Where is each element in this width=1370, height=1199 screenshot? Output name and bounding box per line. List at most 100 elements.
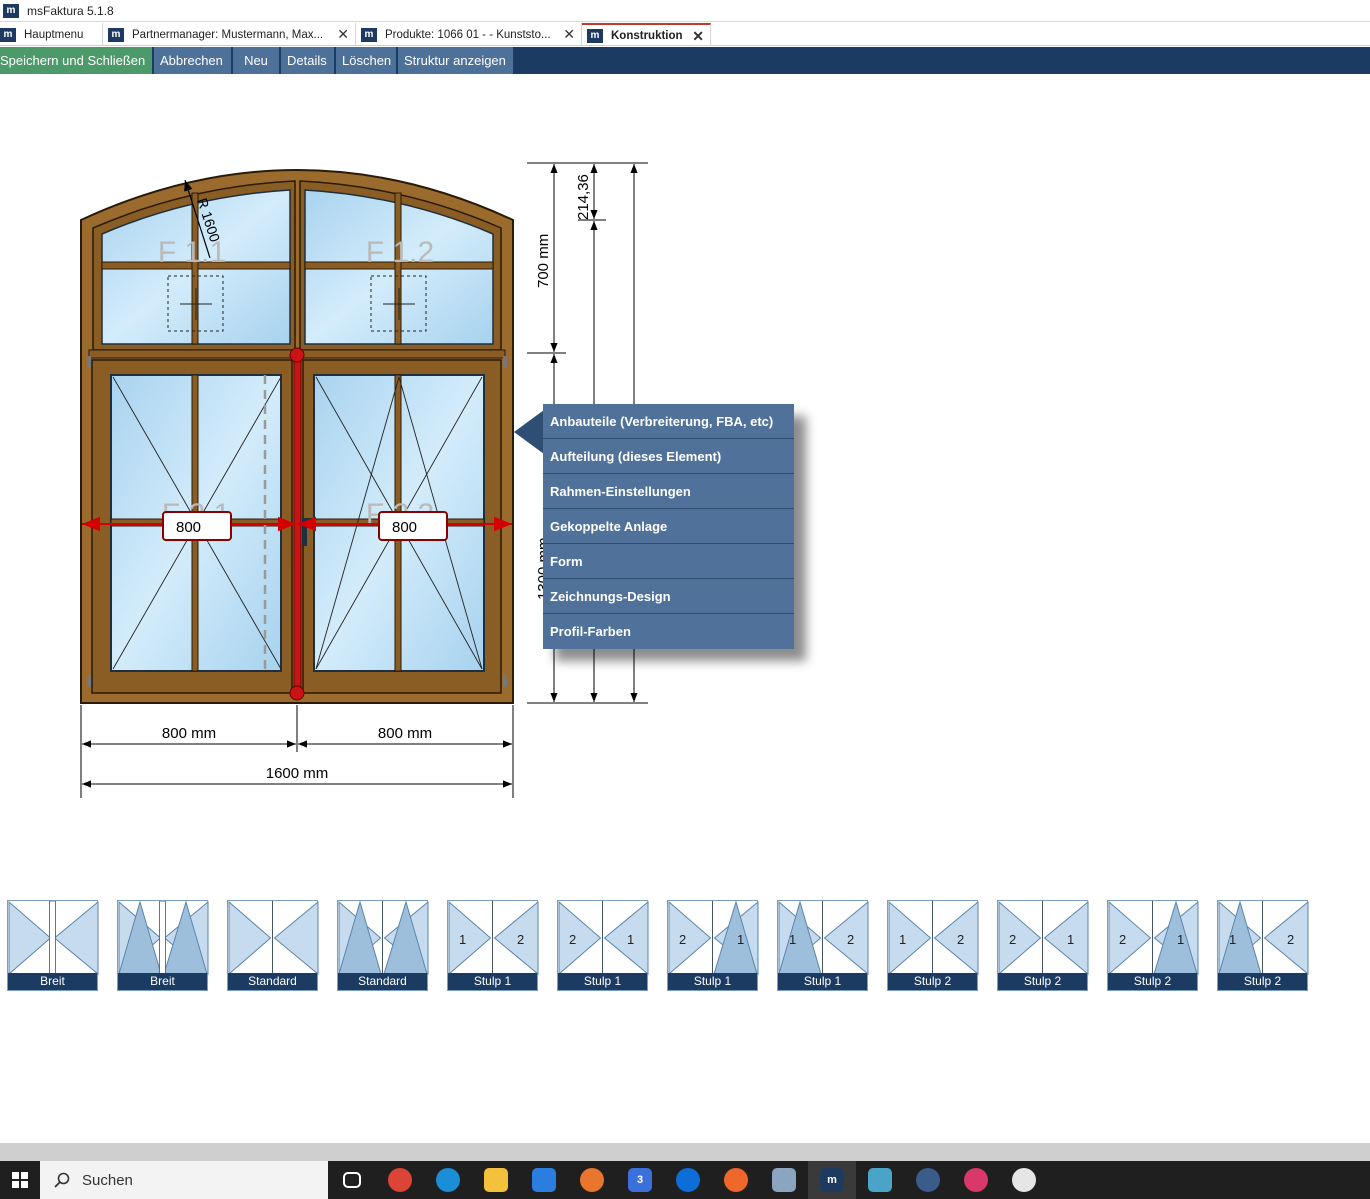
details-button[interactable]: Details bbox=[281, 47, 336, 74]
tab-hauptmenu[interactable]: m Hauptmenu bbox=[0, 23, 103, 46]
toolbar: Speichern und Schließen Abbrechen Neu De… bbox=[0, 47, 1370, 74]
context-menu-pointer bbox=[514, 410, 544, 454]
taskbar-app-tools[interactable] bbox=[760, 1161, 808, 1199]
tab-logo-icon: m bbox=[0, 27, 16, 42]
tab-bar: m Hauptmenu m Partnermanager: Mustermann… bbox=[0, 23, 1370, 46]
template-number-left: 1 bbox=[899, 932, 907, 947]
template-number-right: 1 bbox=[1177, 932, 1185, 947]
template-3[interactable]: Standard bbox=[337, 900, 429, 991]
close-icon[interactable]: ✕ bbox=[337, 26, 349, 43]
taskbar-search[interactable]: Suchen bbox=[40, 1161, 328, 1199]
template-number-left: 1 bbox=[789, 932, 797, 947]
creative-cloud-icon bbox=[964, 1168, 988, 1192]
taskbar-app-msfaktura[interactable]: m bbox=[808, 1161, 856, 1199]
taskbar-app-teamviewer-2[interactable] bbox=[1000, 1161, 1048, 1199]
menu-item-anbauteile[interactable]: Anbauteile (Verbreiterung, FBA, etc) bbox=[543, 404, 794, 439]
template-label: Stulp 2 bbox=[1108, 973, 1197, 990]
msfaktura-icon: m bbox=[820, 1168, 844, 1192]
teamviewer-2-icon bbox=[1012, 1168, 1036, 1192]
template-label: Stulp 1 bbox=[448, 973, 537, 990]
template-number-left: 2 bbox=[569, 932, 577, 947]
sash-template-gallery: Breit Breit Standard Standard 1 2 Stulp 1 2 1 Stu… bbox=[7, 900, 1309, 991]
template-number-left: 2 bbox=[1119, 932, 1127, 947]
template-1[interactable]: Breit bbox=[117, 900, 209, 991]
template-11[interactable]: 1 2 Stulp 2 bbox=[1217, 900, 1309, 991]
taskbar-app-creative-cloud[interactable] bbox=[952, 1161, 1000, 1199]
teams-badge-icon: 3 bbox=[628, 1168, 652, 1192]
windows-taskbar: Suchen 3 m bbox=[0, 1161, 1370, 1199]
menu-item-form[interactable]: Form bbox=[543, 544, 794, 579]
edge-icon bbox=[436, 1168, 460, 1192]
taskbar-app-chrome[interactable] bbox=[376, 1161, 424, 1199]
app-window: m msFaktura 5.1.8 m Hauptmenu m Partnerm… bbox=[0, 0, 1370, 1199]
template-7[interactable]: 1 2 Stulp 1 bbox=[777, 900, 869, 991]
template-0[interactable]: Breit bbox=[7, 900, 99, 991]
save-close-button[interactable]: Speichern und Schließen bbox=[0, 47, 154, 74]
taskbar-app-app-orange[interactable] bbox=[568, 1161, 616, 1199]
menu-item-aufteilung[interactable]: Aufteilung (dieses Element) bbox=[543, 439, 794, 474]
title-bar: m msFaktura 5.1.8 bbox=[0, 0, 1370, 22]
tab-label: Hauptmenu bbox=[24, 28, 84, 41]
taskbar-app-keepass[interactable] bbox=[904, 1161, 952, 1199]
template-10[interactable]: 2 1 Stulp 2 bbox=[1107, 900, 1199, 991]
template-label: Stulp 2 bbox=[1218, 973, 1307, 990]
menu-item-profil-farben[interactable]: Profil-Farben bbox=[543, 614, 794, 649]
menu-item-rahmen-einstellungen[interactable]: Rahmen-Einstellungen bbox=[543, 474, 794, 509]
template-label: Stulp 1 bbox=[558, 973, 647, 990]
taskbar-app-edge[interactable] bbox=[424, 1161, 472, 1199]
close-icon[interactable]: ✕ bbox=[563, 26, 575, 43]
taskbar-app-task-view[interactable] bbox=[328, 1161, 376, 1199]
taskbar-app-teams-badge[interactable]: 3 bbox=[616, 1161, 664, 1199]
tab-partnermanager[interactable]: m Partnermanager: Mustermann, Max... ✕ bbox=[103, 23, 356, 46]
template-6[interactable]: 2 1 Stulp 1 bbox=[667, 900, 759, 991]
chrome-icon bbox=[388, 1168, 412, 1192]
taskbar-app-notes[interactable] bbox=[856, 1161, 904, 1199]
taskbar-app-teamviewer[interactable] bbox=[664, 1161, 712, 1199]
template-2[interactable]: Standard bbox=[227, 900, 319, 991]
tab-logo-icon: m bbox=[361, 27, 377, 42]
tab-produkte[interactable]: m Produkte: 1066 01 - - Kunststo... ✕ bbox=[356, 23, 582, 46]
template-label: Stulp 2 bbox=[888, 973, 977, 990]
tab-logo-icon: m bbox=[108, 27, 124, 42]
close-icon[interactable]: ✕ bbox=[692, 28, 704, 45]
taskbar-app-explorer[interactable] bbox=[472, 1161, 520, 1199]
tab-logo-icon: m bbox=[587, 28, 603, 43]
template-label: Stulp 1 bbox=[668, 973, 757, 990]
tab-label: Produkte: 1066 01 - - Kunststo... bbox=[385, 28, 551, 41]
template-number-right: 2 bbox=[1287, 932, 1295, 947]
template-8[interactable]: 1 2 Stulp 2 bbox=[887, 900, 979, 991]
windows-start-icon[interactable] bbox=[0, 1161, 40, 1199]
taskbar-app-firefox[interactable] bbox=[712, 1161, 760, 1199]
template-4[interactable]: 1 2 Stulp 1 bbox=[447, 900, 539, 991]
field-label-f12: F 1.2 bbox=[366, 236, 434, 269]
template-number-right: 1 bbox=[737, 932, 745, 947]
template-label: Standard bbox=[228, 973, 317, 990]
taskbar-app-store[interactable] bbox=[520, 1161, 568, 1199]
keepass-icon bbox=[916, 1168, 940, 1192]
status-strip bbox=[0, 1143, 1370, 1161]
notes-icon bbox=[868, 1168, 892, 1192]
template-number-left: 2 bbox=[1009, 932, 1017, 947]
teamviewer-icon bbox=[676, 1168, 700, 1192]
template-number-left: 1 bbox=[459, 932, 467, 947]
template-label: Stulp 1 bbox=[778, 973, 867, 990]
width-input-left[interactable]: 800 bbox=[176, 519, 201, 536]
app-logo-icon: m bbox=[3, 3, 19, 18]
template-label: Breit bbox=[8, 973, 97, 990]
template-label: Breit bbox=[118, 973, 207, 990]
template-number-left: 2 bbox=[679, 932, 687, 947]
new-button[interactable]: Neu bbox=[233, 47, 281, 74]
cancel-button[interactable]: Abbrechen bbox=[154, 47, 233, 74]
show-structure-button[interactable]: Struktur anzeigen bbox=[398, 47, 515, 74]
app-orange-icon bbox=[580, 1168, 604, 1192]
width-input-right[interactable]: 800 bbox=[392, 519, 417, 536]
menu-item-zeichnungs-design[interactable]: Zeichnungs-Design bbox=[543, 579, 794, 614]
task-view-icon bbox=[343, 1172, 361, 1188]
tab-konstruktion[interactable]: m Konstruktion ✕ bbox=[582, 23, 711, 46]
menu-item-gekoppelte-anlage[interactable]: Gekoppelte Anlage bbox=[543, 509, 794, 544]
template-5[interactable]: 2 1 Stulp 1 bbox=[557, 900, 649, 991]
firefox-icon bbox=[724, 1168, 748, 1192]
template-9[interactable]: 2 1 Stulp 2 bbox=[997, 900, 1089, 991]
dim-bottom-right: 800 mm bbox=[378, 725, 432, 742]
delete-button[interactable]: Löschen bbox=[336, 47, 398, 74]
